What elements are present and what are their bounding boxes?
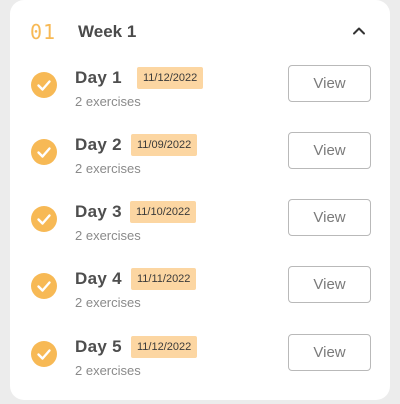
exercise-count: 2 exercises — [75, 295, 141, 310]
date-badge: 11/12/2022 — [137, 67, 204, 89]
exercise-count: 2 exercises — [75, 94, 141, 109]
day-label: Day 5 — [75, 337, 122, 356]
check-circle-icon — [31, 206, 57, 232]
day-row: Day 3 11/10/2022 2 exercises View — [10, 199, 390, 253]
day-row: Day 2 11/09/2022 2 exercises View — [10, 132, 390, 186]
check-circle-icon — [31, 273, 57, 299]
day-label: Day 4 — [75, 269, 122, 288]
day-label: Day 1 — [75, 68, 122, 87]
view-button[interactable]: View — [288, 199, 371, 236]
week-number: 01 — [30, 20, 57, 44]
day-row: Day 1 11/12/2022 2 exercises View — [10, 65, 390, 119]
date-badge: 11/12/2022 — [131, 336, 198, 358]
week-title: Week 1 — [78, 22, 137, 41]
chevron-up-icon[interactable] — [350, 22, 368, 40]
view-button[interactable]: View — [288, 132, 371, 169]
check-circle-icon — [31, 341, 57, 367]
check-circle-icon — [31, 72, 57, 98]
day-label: Day 3 — [75, 202, 122, 221]
check-circle-icon — [31, 139, 57, 165]
date-badge: 11/11/2022 — [131, 268, 197, 290]
date-badge: 11/10/2022 — [130, 201, 197, 223]
day-row: Day 5 11/12/2022 2 exercises View — [10, 334, 390, 388]
view-button[interactable]: View — [288, 65, 371, 102]
exercise-count: 2 exercises — [75, 161, 141, 176]
exercise-count: 2 exercises — [75, 363, 141, 378]
exercise-count: 2 exercises — [75, 228, 141, 243]
day-row: Day 4 11/11/2022 2 exercises View — [10, 266, 390, 320]
day-label: Day 2 — [75, 135, 122, 154]
week-card: 01 Week 1 Day 1 11/12/2022 2 exercises V… — [10, 0, 390, 400]
week-header[interactable]: 01 Week 1 — [10, 0, 390, 64]
view-button[interactable]: View — [288, 334, 371, 371]
view-button[interactable]: View — [288, 266, 371, 303]
date-badge: 11/09/2022 — [131, 134, 198, 156]
